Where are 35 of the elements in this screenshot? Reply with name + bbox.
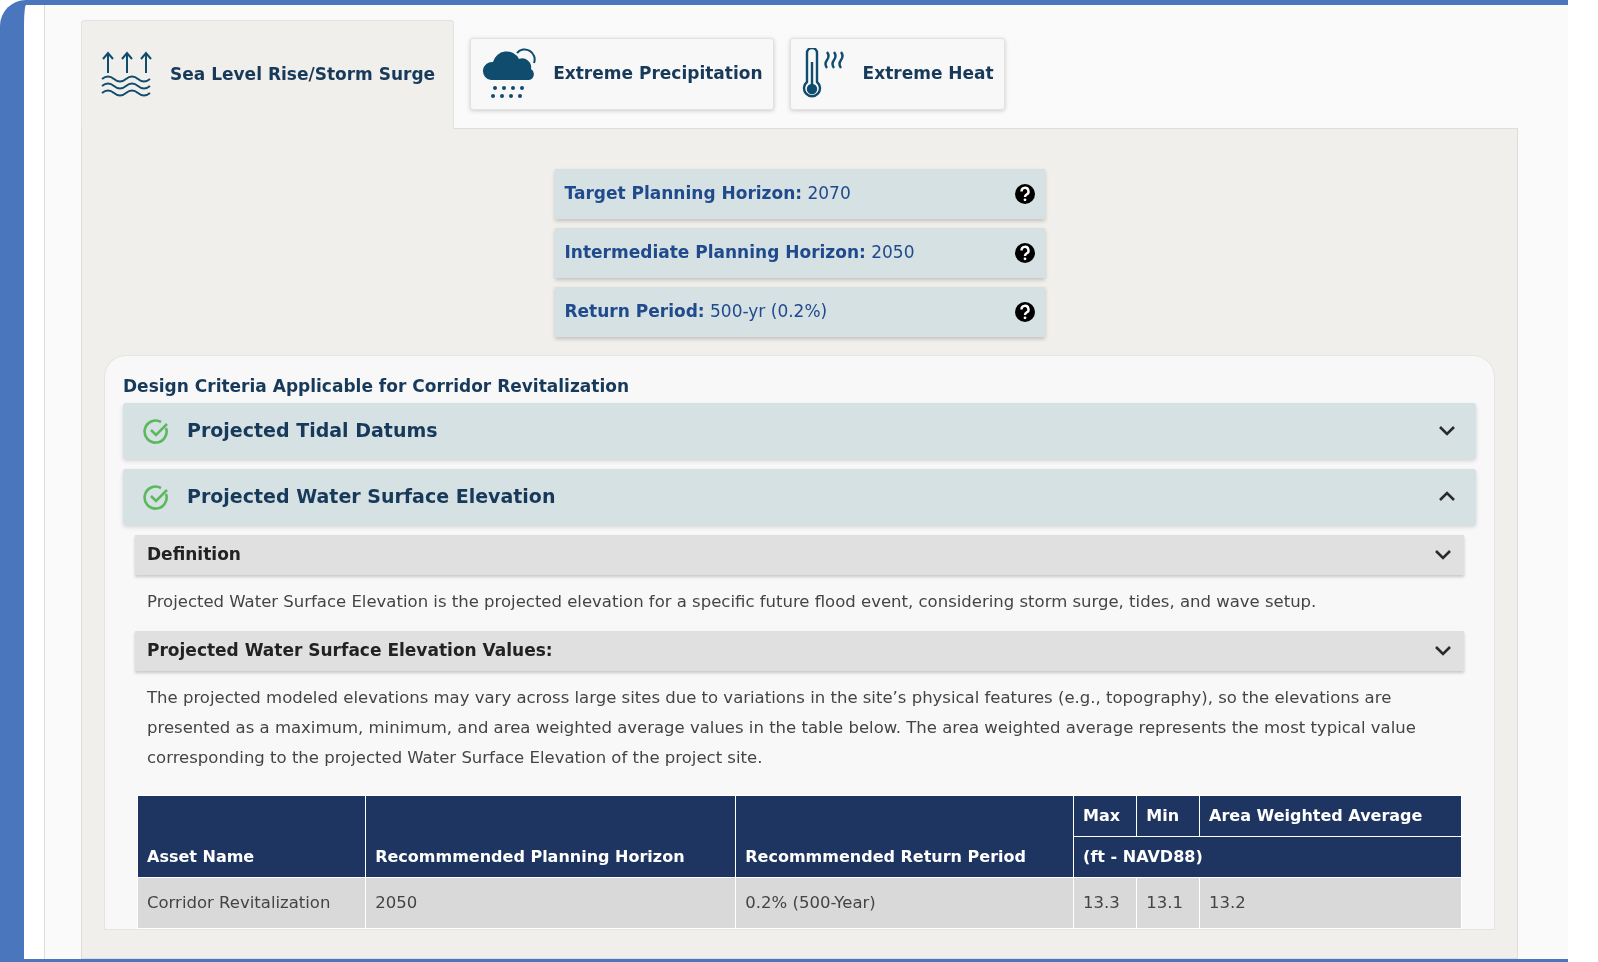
horizon-text: Intermediate Planning Horizon: 2050 (564, 241, 915, 265)
accordion-header[interactable]: Projected Tidal Datums (123, 402, 1476, 459)
column-header: Area Weighted Average (1199, 795, 1462, 836)
tab[interactable]: Extreme Precipitation (470, 38, 774, 110)
chevron-up-icon[interactable] (1438, 491, 1456, 502)
tab[interactable]: Sea Level Rise/Storm Surge (81, 20, 455, 129)
table-cell: 0.2% (500-Year) (735, 877, 1074, 929)
column-header: Asset Name (137, 795, 366, 877)
horizon-text: Target Planning Horizon: 2070 (564, 182, 851, 206)
table-cell: 2050 (365, 877, 736, 929)
section-title: Design Criteria Applicable for Corridor Revitalization (123, 375, 631, 398)
accordion-header[interactable]: Projected Water Surface Elevation (123, 468, 1476, 525)
description-text: Projected Water Surface Elevation is the projected elevation for a specific future flood event, considering storm surge, tides, and wave setup. (146, 590, 1318, 613)
rain-cloud-icon (481, 48, 538, 100)
column-header: Min (1136, 795, 1200, 836)
unit-header: (ft - NAVD88) (1073, 836, 1462, 877)
chevron-down-icon[interactable] (1434, 645, 1452, 656)
tab[interactable]: Extreme Heat (789, 38, 1005, 110)
chevron-down-icon[interactable] (1438, 425, 1456, 436)
help-icon[interactable] (1014, 184, 1035, 204)
table-cell: 13.2 (1199, 877, 1462, 929)
subsection-header[interactable]: Projected Water Surface Elevation Values: (135, 630, 1464, 671)
table-cell: 13.3 (1073, 877, 1137, 929)
table-cell: 13.1 (1136, 877, 1200, 929)
help-icon[interactable] (1014, 243, 1035, 263)
description-text: The projected modeled elevations may vary across large sites due to variations in the site’s physical features (e.g., topography), so the elevations are presented as a maximum, minimum, and area weighted average values in the table below. The area weighted average represents the most typical value corresponding to the projected Water Surface Elevation of the project site. (146, 686, 1417, 769)
chevron-down-icon[interactable] (1434, 549, 1452, 560)
column-header: Max (1073, 795, 1137, 836)
thermometer-icon (800, 48, 847, 100)
column-header: Recommmended Planning Horizon (365, 795, 736, 877)
table-cell: Corridor Revitalization (137, 877, 366, 929)
help-icon[interactable] (1014, 302, 1035, 322)
column-header: Recommmended Return Period (735, 795, 1074, 877)
subsection-header[interactable]: Definition (135, 534, 1464, 575)
horizon-text: Return Period: 500-yr (0.2%) (564, 300, 828, 324)
